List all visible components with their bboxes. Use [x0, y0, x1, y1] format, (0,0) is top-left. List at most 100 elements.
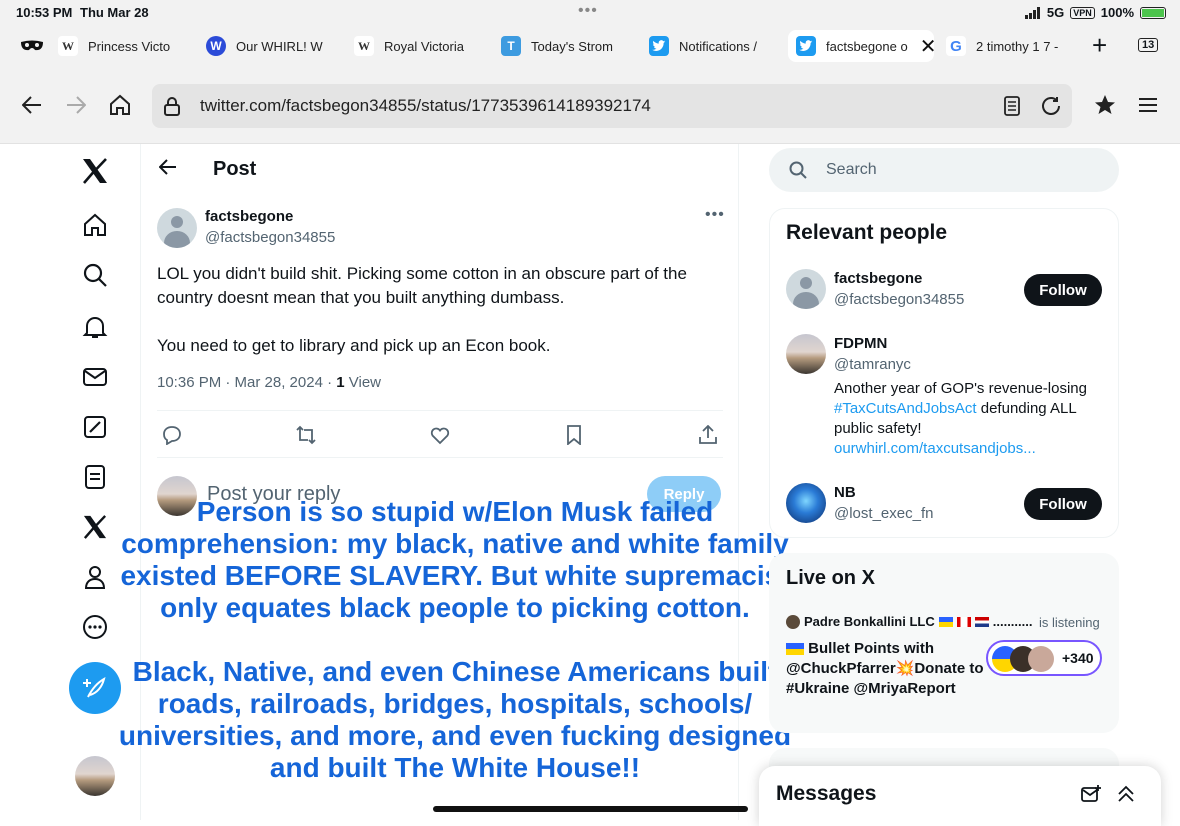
live-title: Live on X: [786, 567, 875, 589]
tweet-paragraph: You need to get to library and pick up a…: [157, 336, 551, 355]
person-name[interactable]: factsbegone: [834, 270, 922, 287]
space-title[interactable]: Bullet Points with @ChuckPfarrer💥Donate …: [786, 639, 986, 699]
battery-percent: 100%: [1100, 5, 1134, 20]
private-mask-icon[interactable]: [20, 40, 44, 52]
tab-princess-victoria[interactable]: W Princess Victo: [58, 30, 188, 62]
tab-count-badge[interactable]: 13: [1138, 38, 1159, 52]
listening-status: is listening: [1039, 615, 1100, 630]
nav-profile-icon[interactable]: [80, 562, 110, 592]
x-logo-icon[interactable]: [80, 156, 110, 186]
follow-button[interactable]: Follow: [1024, 488, 1102, 520]
reader-view-icon[interactable]: [1004, 96, 1020, 116]
host-suffix: ...........: [992, 614, 1033, 629]
ukraine-flag-icon: [938, 616, 953, 627]
nav-lists-icon[interactable]: [80, 462, 110, 492]
home-icon[interactable]: [109, 94, 131, 115]
repost-icon[interactable]: [295, 425, 317, 445]
expand-chevron-icon[interactable]: [1117, 785, 1135, 803]
messages-drawer[interactable]: Messages: [759, 766, 1161, 826]
messages-title: Messages: [776, 782, 877, 805]
live-host[interactable]: Padre Bonkallini LLC ...........: [786, 614, 1032, 629]
host-name: Padre Bonkallini LLC: [804, 614, 935, 629]
tab-todays-strom[interactable]: T Today's Strom: [501, 30, 631, 62]
new-tab-plus-icon[interactable]: +: [1092, 30, 1107, 60]
tab-our-whirl[interactable]: W Our WHIRL! W: [206, 30, 336, 62]
menu-hamburger-icon[interactable]: [1138, 98, 1158, 112]
bookmark-star-icon[interactable]: [1094, 94, 1116, 116]
host-avatar: [786, 614, 800, 629]
tweet-text: LOL you didn't build shit. Picking some …: [157, 262, 723, 382]
person-name[interactable]: FDPMN: [834, 335, 887, 352]
new-message-icon[interactable]: [1081, 785, 1101, 803]
signal-icon: [1024, 6, 1040, 19]
tab-2-timothy[interactable]: G 2 timothy 1 7 -: [946, 30, 1076, 62]
person-avatar[interactable]: [786, 334, 826, 374]
bio-hashtag-link[interactable]: #TaxCutsAndJobsAct: [834, 400, 977, 417]
person-avatar[interactable]: [786, 483, 826, 523]
account-avatar[interactable]: [75, 756, 115, 796]
person-name[interactable]: NB: [834, 484, 856, 501]
lock-icon: [164, 97, 180, 116]
overlay-caption: Person is so stupid w/Elon Musk failed c…: [110, 496, 800, 816]
nav-home-icon[interactable]: [80, 210, 110, 240]
tab-royal-victoria[interactable]: W Royal Victoria: [354, 30, 484, 62]
back-arrow-icon[interactable]: [22, 96, 42, 114]
reload-icon[interactable]: [1040, 95, 1062, 117]
search-icon: [789, 161, 807, 179]
search-input[interactable]: Search: [769, 148, 1119, 192]
caption-paragraph: Black, Native, and even Chinese American…: [118, 656, 792, 783]
nav-premium-x-icon[interactable]: [80, 512, 110, 542]
tweet-paragraph: LOL you didn't build shit. Picking some …: [157, 264, 687, 307]
live-on-x-card: Live on X Padre Bonkallini LLC .........…: [769, 553, 1119, 733]
bookmark-icon[interactable]: [565, 425, 583, 445]
person-avatar[interactable]: [786, 269, 826, 309]
tab-factsbegone-active[interactable]: factsbegone o ✕: [788, 30, 934, 62]
tab-label: Princess Victo: [88, 38, 171, 54]
nav-grok-icon[interactable]: [80, 412, 110, 442]
tab-label: Today's Strom: [531, 38, 613, 54]
t-icon: T: [501, 36, 521, 56]
tab-label: factsbegone o: [826, 38, 908, 54]
feather-plus-icon: [83, 676, 106, 698]
ukraine-flag-icon: [786, 643, 804, 656]
person-handle[interactable]: @lost_exec_fn: [834, 505, 933, 522]
nav-notifications-icon[interactable]: [80, 312, 110, 342]
nav-messages-icon[interactable]: [80, 362, 110, 392]
listener-count: +340: [1062, 650, 1094, 666]
nav-explore-icon[interactable]: [80, 260, 110, 290]
like-heart-icon[interactable]: [430, 425, 450, 445]
listeners-pill[interactable]: +340: [986, 640, 1102, 676]
person-handle[interactable]: @factsbegon34855: [834, 291, 964, 308]
url-field[interactable]: twitter.com/factsbegon34855/status/17735…: [152, 84, 1072, 128]
nav-more-icon[interactable]: [80, 612, 110, 642]
author-name[interactable]: factsbegone: [205, 208, 293, 225]
tab-label: Royal Victoria: [384, 38, 464, 54]
status-date: Thu Mar 28: [80, 5, 149, 20]
tab-bar: W Princess Victo W Our WHIRL! W W Royal …: [0, 24, 1180, 68]
follow-button[interactable]: Follow: [1024, 274, 1102, 306]
author-avatar[interactable]: [157, 208, 197, 248]
tweet-timestamp[interactable]: 10:36 PM · Mar 28, 2024 ·: [157, 374, 336, 391]
more-options-icon[interactable]: •••: [705, 206, 725, 224]
status-bar: 10:53 PM Thu Mar 28 ••• 5G VPN 100%: [0, 0, 1180, 24]
page-title: Post: [213, 158, 257, 180]
tab-label: Our WHIRL! W: [236, 38, 323, 54]
reply-icon[interactable]: [162, 425, 182, 445]
wikipedia-icon: W: [354, 36, 374, 56]
space-title-text: Bullet Points with @ChuckPfarrer💥Donate …: [786, 640, 984, 697]
bio-text: Another year of GOP's revenue-losing: [834, 380, 1087, 397]
url-text: twitter.com/factsbegon34855/status/17735…: [200, 96, 651, 115]
vpn-badge: VPN: [1070, 6, 1095, 19]
multitask-dots-icon[interactable]: •••: [578, 2, 598, 20]
network-label: 5G: [1046, 5, 1065, 20]
author-handle[interactable]: @factsbegon34855: [205, 229, 335, 246]
bio-url-link[interactable]: ourwhirl.com/taxcutsandjobs...: [834, 440, 1036, 457]
person-handle[interactable]: @tamranyc: [834, 356, 911, 373]
share-icon[interactable]: [698, 425, 718, 445]
view-count: 1: [336, 374, 345, 391]
listener-avatar: [1028, 646, 1054, 672]
back-arrow-icon[interactable]: [158, 158, 177, 181]
forward-arrow-icon[interactable]: [66, 96, 86, 114]
close-tab-icon[interactable]: ✕: [920, 34, 934, 59]
tab-notifications[interactable]: Notifications /: [649, 30, 779, 62]
